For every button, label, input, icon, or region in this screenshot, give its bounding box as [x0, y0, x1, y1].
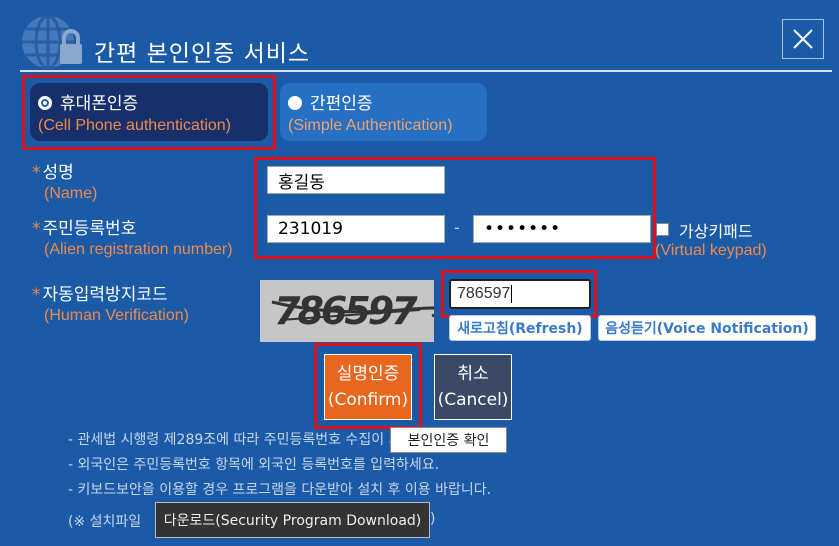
captcha-input-value: 786597	[457, 285, 511, 302]
cancel-button[interactable]: 취소 (Cancel)	[434, 354, 512, 420]
registration-label-en: (Alien registration number)	[44, 241, 233, 258]
registration-separator: -	[454, 218, 460, 237]
cancel-label-en: (Cancel)	[437, 390, 509, 410]
virtual-keypad-label-en: (Virtual keypad)	[655, 242, 767, 259]
text-caret	[511, 285, 513, 303]
virtual-keypad-checkbox[interactable]	[656, 223, 669, 236]
name-label-group: * 성명 (Name)	[32, 158, 97, 203]
captcha-label-group: * 자동입력방지코드 (Human Verification)	[32, 280, 189, 325]
required-mark: *	[32, 285, 41, 305]
registration-front-field[interactable]: 231019	[267, 215, 445, 243]
tab-label-en: (Cell Phone authentication)	[38, 117, 232, 134]
radio-unselected[interactable]	[288, 96, 302, 110]
captcha-label: 자동입력방지코드	[42, 285, 168, 305]
required-mark: *	[32, 219, 41, 239]
close-icon	[793, 29, 813, 49]
name-label: 성명	[42, 163, 74, 183]
captcha-input[interactable]: 786597	[449, 279, 591, 309]
name-label-en: (Name)	[44, 185, 98, 202]
registration-label-group: * 주민등록번호 (Alien registration number)	[32, 214, 233, 259]
virtual-keypad-label: 가상키패드	[679, 222, 753, 241]
download-prefix: (※ 설치파일	[68, 514, 142, 530]
page-title: 간편 본인인증 서비스	[94, 41, 311, 67]
captcha-label-en: (Human Verification)	[44, 307, 189, 324]
radio-selected[interactable]	[38, 96, 52, 110]
tooltip: 본인인증 확인	[390, 427, 507, 453]
tab-cell-phone-auth[interactable]: 휴대폰인증 (Cell Phone authentication)	[30, 83, 268, 141]
tab-simple-auth[interactable]: 간편인증 (Simple Authentication)	[280, 83, 487, 141]
cancel-label-ko: 취소	[457, 364, 489, 384]
registration-label: 주민등록번호	[42, 219, 137, 239]
captcha-voice-button[interactable]: 음성듣기(Voice Notification)	[598, 315, 816, 341]
name-field[interactable]: 홍길동	[267, 166, 445, 194]
captcha-refresh-button[interactable]: 새로고침(Refresh)	[449, 315, 591, 341]
tab-label-ko: 간편인증	[310, 94, 373, 114]
confirm-label-en: (Confirm)	[327, 390, 409, 410]
confirm-label-ko: 실명인증	[336, 364, 400, 384]
download-suffix: )	[430, 511, 436, 527]
confirm-button[interactable]: 실명인증 (Confirm)	[324, 354, 412, 420]
tab-label-en: (Simple Authentication)	[288, 117, 453, 134]
note-line: - 외국인은 주민등록번호 항목에 외국인 등록번호를 입력하세요.	[68, 457, 440, 473]
header-divider	[20, 70, 832, 72]
tab-label-ko: 휴대폰인증	[60, 94, 139, 114]
required-mark: *	[32, 163, 41, 183]
globe-lock-icon	[20, 12, 86, 72]
note-line: - 키보드보안을 이용할 경우 프로그램을 다운받아 설치 후 이용 바랍니다.	[68, 482, 492, 498]
captcha-image: 786597	[260, 280, 434, 342]
registration-back-field[interactable]: •••••••	[473, 215, 651, 243]
close-button[interactable]	[782, 19, 824, 59]
download-button[interactable]: 다운로드(Security Program Download)	[155, 502, 430, 538]
